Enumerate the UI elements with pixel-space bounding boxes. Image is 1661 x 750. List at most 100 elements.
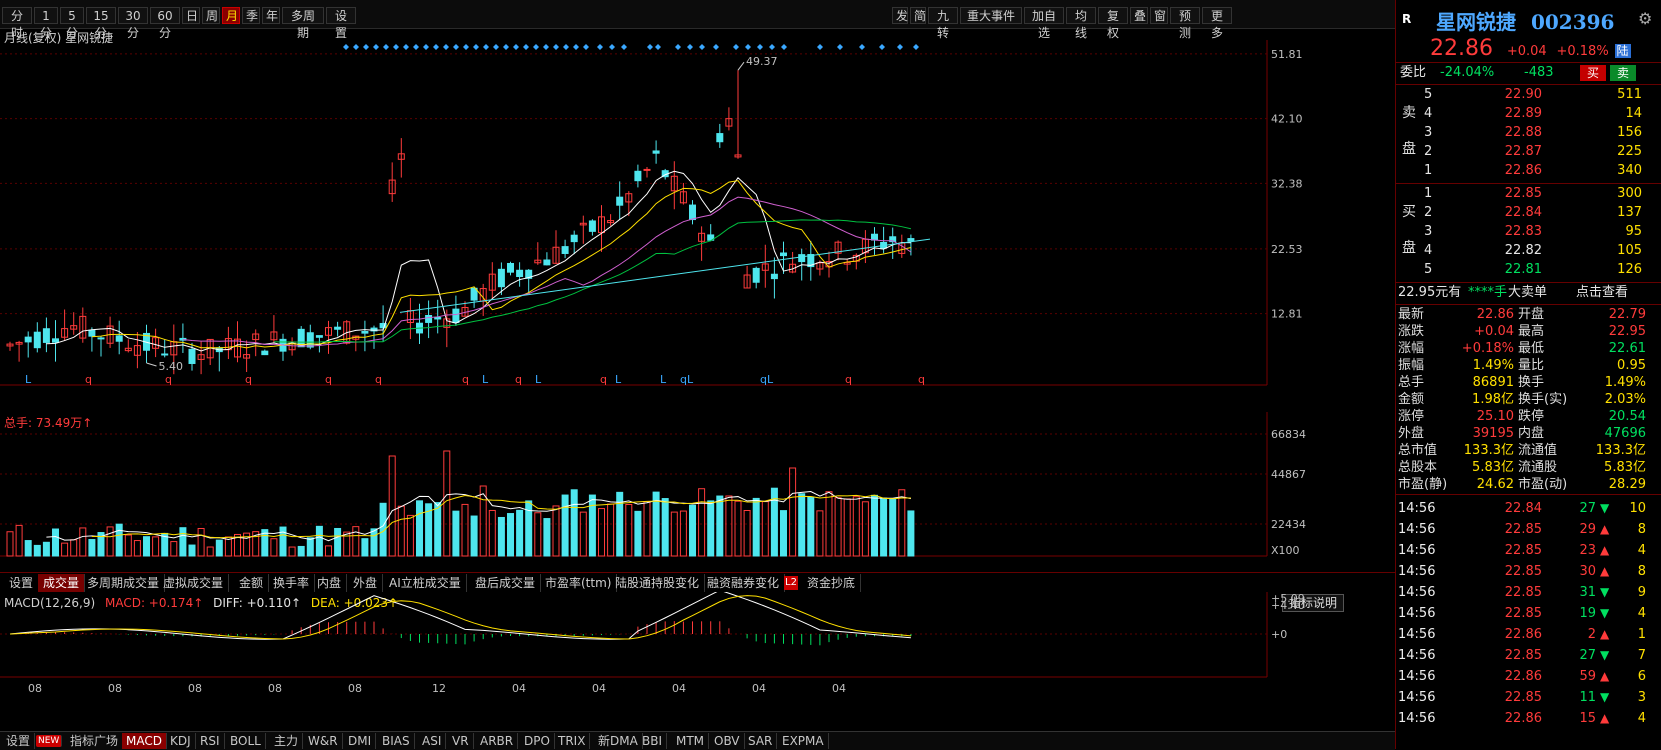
toolbar-btn-3[interactable]: 重大事件 (960, 7, 1022, 24)
kline-chart[interactable]: 51.81 42.10 32.38 22.53 12.81 49.37 5.40 L q q q q q… (0, 40, 1340, 410)
tick-time: 14:56 (1398, 627, 1436, 642)
tick-price: 22.86 (1504, 669, 1542, 684)
bottom-tab-4[interactable]: KDJ (166, 733, 196, 749)
stat-label: 总手 (1398, 375, 1425, 390)
period-10[interactable]: 年 (262, 7, 280, 24)
toolbar-btn-10[interactable]: 更多 (1202, 7, 1232, 40)
stock-code: 002396 (1530, 10, 1615, 34)
bottom-tab-13[interactable]: ARBR (476, 733, 519, 749)
toolbar-btn-4[interactable]: 加自选 (1024, 7, 1064, 40)
tick-volume: 27 (1579, 501, 1596, 516)
indicator-tab-4[interactable]: 金额 (234, 574, 270, 592)
bottom-tab-15[interactable]: TRIX (554, 733, 591, 749)
stat-value: 25.10 (1476, 409, 1514, 424)
bottom-tab-18[interactable]: MTM (672, 733, 710, 749)
bid-level: 2 (1424, 205, 1433, 220)
bottom-tab-3[interactable]: MACD (122, 733, 167, 749)
indicator-tab-11[interactable]: 陆股通持股变化 (610, 574, 706, 592)
period-2[interactable]: 5分 (60, 7, 84, 40)
bottom-tab-12[interactable]: VR (448, 733, 474, 749)
stat-value: 133.3亿 (1463, 443, 1514, 458)
bottom-tab-9[interactable]: DMI (344, 733, 377, 749)
indicator-tab-13[interactable]: 资金抄底 (802, 574, 862, 592)
price-change: +0.04 (1506, 44, 1547, 59)
macd-chart[interactable]: +5.09+4.40+008 08 08 08 08 12 04 04 04 04 04 (0, 592, 1340, 731)
x-axis-label: 04 (512, 682, 526, 695)
price-axis-label: 51.81 (1271, 48, 1303, 61)
tick-price: 22.85 (1504, 522, 1542, 537)
bottom-tab-11[interactable]: ASI (418, 733, 447, 749)
bottom-tab-21[interactable]: EXPMA (778, 733, 829, 749)
period-9[interactable]: 季 (242, 7, 260, 24)
toolbar-btn-8[interactable]: 窗 (1150, 7, 1168, 24)
signal-diamond (413, 44, 419, 50)
toolbar-btn-5[interactable]: 均线 (1066, 7, 1096, 40)
ask-volume: 225 (1617, 144, 1642, 159)
period-7[interactable]: 周 (202, 7, 220, 24)
volume-chart[interactable]: 66834 44867 22434 X100 (0, 412, 1340, 572)
toolbar-btn-2[interactable]: 九转 (928, 7, 958, 40)
indicator-tab-6[interactable]: 内盘 (312, 574, 348, 592)
indicator-tab-10[interactable]: 市盈率(ttm) (540, 574, 618, 592)
sell-button[interactable]: 卖 (1610, 65, 1636, 81)
period-toolbar: 分时 1分 5分 15分 30分 60分日周月季年多周期 设置 发简九转 重大事件 加自选 均线 复权… (0, 0, 1395, 40)
stat-row: 市盈(静) 24.62 市盈(动) 28.29 (1396, 476, 1650, 493)
settings-icon[interactable]: ⚙ (1638, 9, 1652, 28)
indicator-tab-8[interactable]: AI立桩成交量 (384, 574, 467, 592)
period-4[interactable]: 30分 (118, 7, 148, 40)
bottom-tab-0[interactable]: 设置 (2, 733, 36, 749)
bottom-tab-8[interactable]: W&R (304, 733, 343, 749)
bottom-tab-20[interactable]: SAR (744, 733, 778, 749)
volume-bar (197, 527, 205, 557)
bottom-tab-16[interactable]: 新DMA (594, 733, 643, 749)
period-12[interactable]: 设置 (326, 7, 356, 40)
tick-time: 14:56 (1398, 711, 1436, 726)
ask-row: 1 22.86 340 (1396, 162, 1650, 180)
tick-volume: 31 (1579, 585, 1596, 600)
indicator-tab-5[interactable]: 换手率 (268, 574, 316, 592)
candle-body (543, 259, 551, 266)
big-order-link[interactable]: 点击查看 (1576, 284, 1628, 302)
indicator-tab-3[interactable]: 虚拟成交量 (158, 574, 230, 592)
period-8[interactable]: 月 (222, 7, 240, 24)
toolbar-btn-6[interactable]: 复权 (1098, 7, 1128, 40)
indicator-tab-2[interactable]: 多周期成交量 (82, 574, 166, 592)
bottom-tab-14[interactable]: DPO (520, 733, 555, 749)
toolbar-btn-7[interactable]: 叠 (1130, 7, 1148, 24)
period-3[interactable]: 15分 (86, 7, 116, 40)
candle-body (570, 234, 578, 243)
toolbar-btn-9[interactable]: 预测 (1170, 7, 1200, 40)
indicator-tab-9[interactable]: 盘后成交量 (470, 574, 542, 592)
period-6[interactable]: 日 (182, 7, 200, 24)
signal-diamond (647, 44, 653, 50)
bottom-tab-19[interactable]: OBV (710, 733, 745, 749)
bottom-tab-10[interactable]: BIAS (378, 733, 415, 749)
volume-bar (361, 538, 369, 557)
candle-body (689, 204, 696, 221)
period-11[interactable]: 多周期 (282, 7, 324, 40)
tick-direction-icon: ▼ (1600, 648, 1610, 662)
toolbar-btn-1[interactable]: 简 (910, 7, 926, 24)
ask-row: 3 22.88 156 (1396, 124, 1650, 142)
candle-body (507, 262, 514, 273)
bottom-tab-6[interactable]: BOLL (226, 733, 266, 749)
candle-body (871, 233, 878, 241)
indicator-tab-1[interactable]: 成交量 (38, 574, 86, 592)
ask-price: 22.86 (1504, 163, 1542, 178)
indicator-tab-12[interactable]: 融资融券变化 (702, 574, 786, 592)
ask-volume: 511 (1617, 87, 1642, 102)
bottom-tab-2[interactable]: 指标广场 (66, 733, 124, 749)
period-0[interactable]: 分时 (2, 7, 32, 40)
buy-button[interactable]: 买 (1580, 65, 1606, 81)
bottom-tab-17[interactable]: BBI (638, 733, 668, 749)
bottom-tab-5[interactable]: RSI (196, 733, 225, 749)
period-1[interactable]: 1分 (34, 7, 58, 40)
bottom-tab-1[interactable]: NEW (36, 735, 63, 747)
indicator-tab-7[interactable]: 外盘 (348, 574, 384, 592)
signal-diamond (353, 44, 359, 50)
bottom-tab-7[interactable]: 主力 (270, 733, 304, 749)
tick-count: 8 (1637, 564, 1646, 579)
toolbar-btn-0[interactable]: 发 (892, 7, 908, 24)
period-5[interactable]: 60分 (150, 7, 180, 40)
indicator-tab-0[interactable]: 设置 (4, 574, 40, 592)
